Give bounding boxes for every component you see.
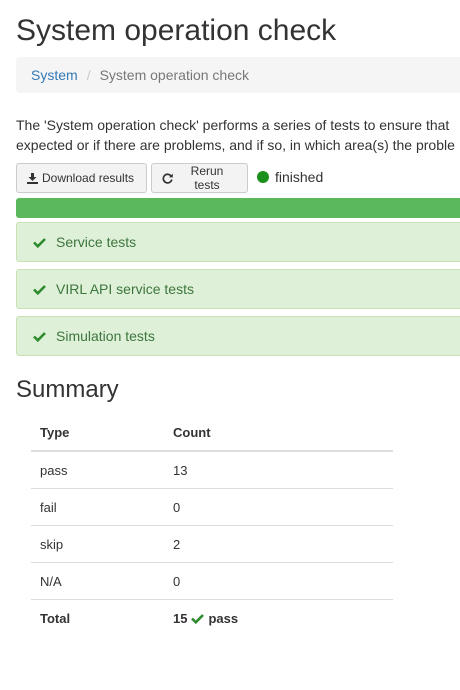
row-count: 0 bbox=[164, 562, 393, 600]
column-header-type: Type bbox=[31, 414, 164, 452]
breadcrumb-link-system[interactable]: System bbox=[31, 67, 78, 83]
intro-line-1: The 'System operation check' performs a … bbox=[16, 117, 450, 133]
panel-label: Simulation tests bbox=[56, 328, 155, 344]
rerun-tests-label: Rerun tests bbox=[190, 164, 224, 192]
total-count: 15 bbox=[173, 610, 188, 626]
breadcrumb: System / System operation check bbox=[16, 57, 460, 93]
progress-bar bbox=[16, 198, 460, 218]
status-dot-icon bbox=[257, 171, 269, 183]
refresh-icon bbox=[162, 173, 173, 184]
download-results-button[interactable]: Download results bbox=[16, 163, 147, 193]
total-result: pass bbox=[208, 610, 239, 626]
row-count: 13 bbox=[164, 450, 393, 489]
row-type: skip bbox=[31, 525, 164, 563]
table-row: skip 2 bbox=[31, 525, 393, 563]
summary-heading: Summary bbox=[16, 376, 119, 403]
intro-text: The 'System operation check' performs a … bbox=[16, 115, 460, 155]
breadcrumb-current: System operation check bbox=[99, 67, 249, 83]
table-row: fail 0 bbox=[31, 488, 393, 526]
row-type: fail bbox=[31, 488, 164, 526]
summary-table: Type Count pass 13 fail 0 skip 2 N/A 0 T… bbox=[31, 414, 393, 636]
row-count: 0 bbox=[164, 488, 393, 526]
check-icon bbox=[33, 331, 46, 342]
row-count: 2 bbox=[164, 525, 393, 563]
intro-line-2: expected or if there are problems, and i… bbox=[16, 137, 455, 153]
status-text: finished bbox=[275, 169, 324, 185]
panel-virl-api-service-tests[interactable]: VIRL API service tests bbox=[16, 269, 460, 309]
test-status: finished bbox=[257, 169, 323, 185]
row-type: N/A bbox=[31, 562, 164, 600]
breadcrumb-separator: / bbox=[86, 67, 91, 83]
progress-bar-fill bbox=[16, 198, 460, 218]
column-header-count: Count bbox=[164, 414, 393, 452]
download-icon bbox=[27, 172, 38, 184]
panel-simulation-tests[interactable]: Simulation tests bbox=[16, 316, 460, 356]
panel-label: Service tests bbox=[56, 234, 137, 250]
total-label: Total bbox=[31, 599, 164, 636]
table-header-row: Type Count bbox=[31, 414, 393, 452]
row-type: pass bbox=[31, 450, 164, 489]
rerun-tests-button[interactable]: Rerun tests bbox=[151, 163, 248, 193]
panel-service-tests[interactable]: Service tests bbox=[16, 222, 460, 262]
check-icon bbox=[191, 613, 205, 624]
table-row: pass 13 bbox=[31, 450, 393, 489]
total-row: Total 15 pass bbox=[31, 599, 393, 636]
check-icon bbox=[33, 237, 46, 248]
check-icon bbox=[33, 284, 46, 295]
page-title: System operation check bbox=[16, 14, 337, 47]
total-count-cell: 15 pass bbox=[164, 599, 393, 636]
table-row: N/A 0 bbox=[31, 562, 393, 600]
panel-label: VIRL API service tests bbox=[56, 281, 194, 297]
download-results-label: Download results bbox=[42, 171, 135, 185]
